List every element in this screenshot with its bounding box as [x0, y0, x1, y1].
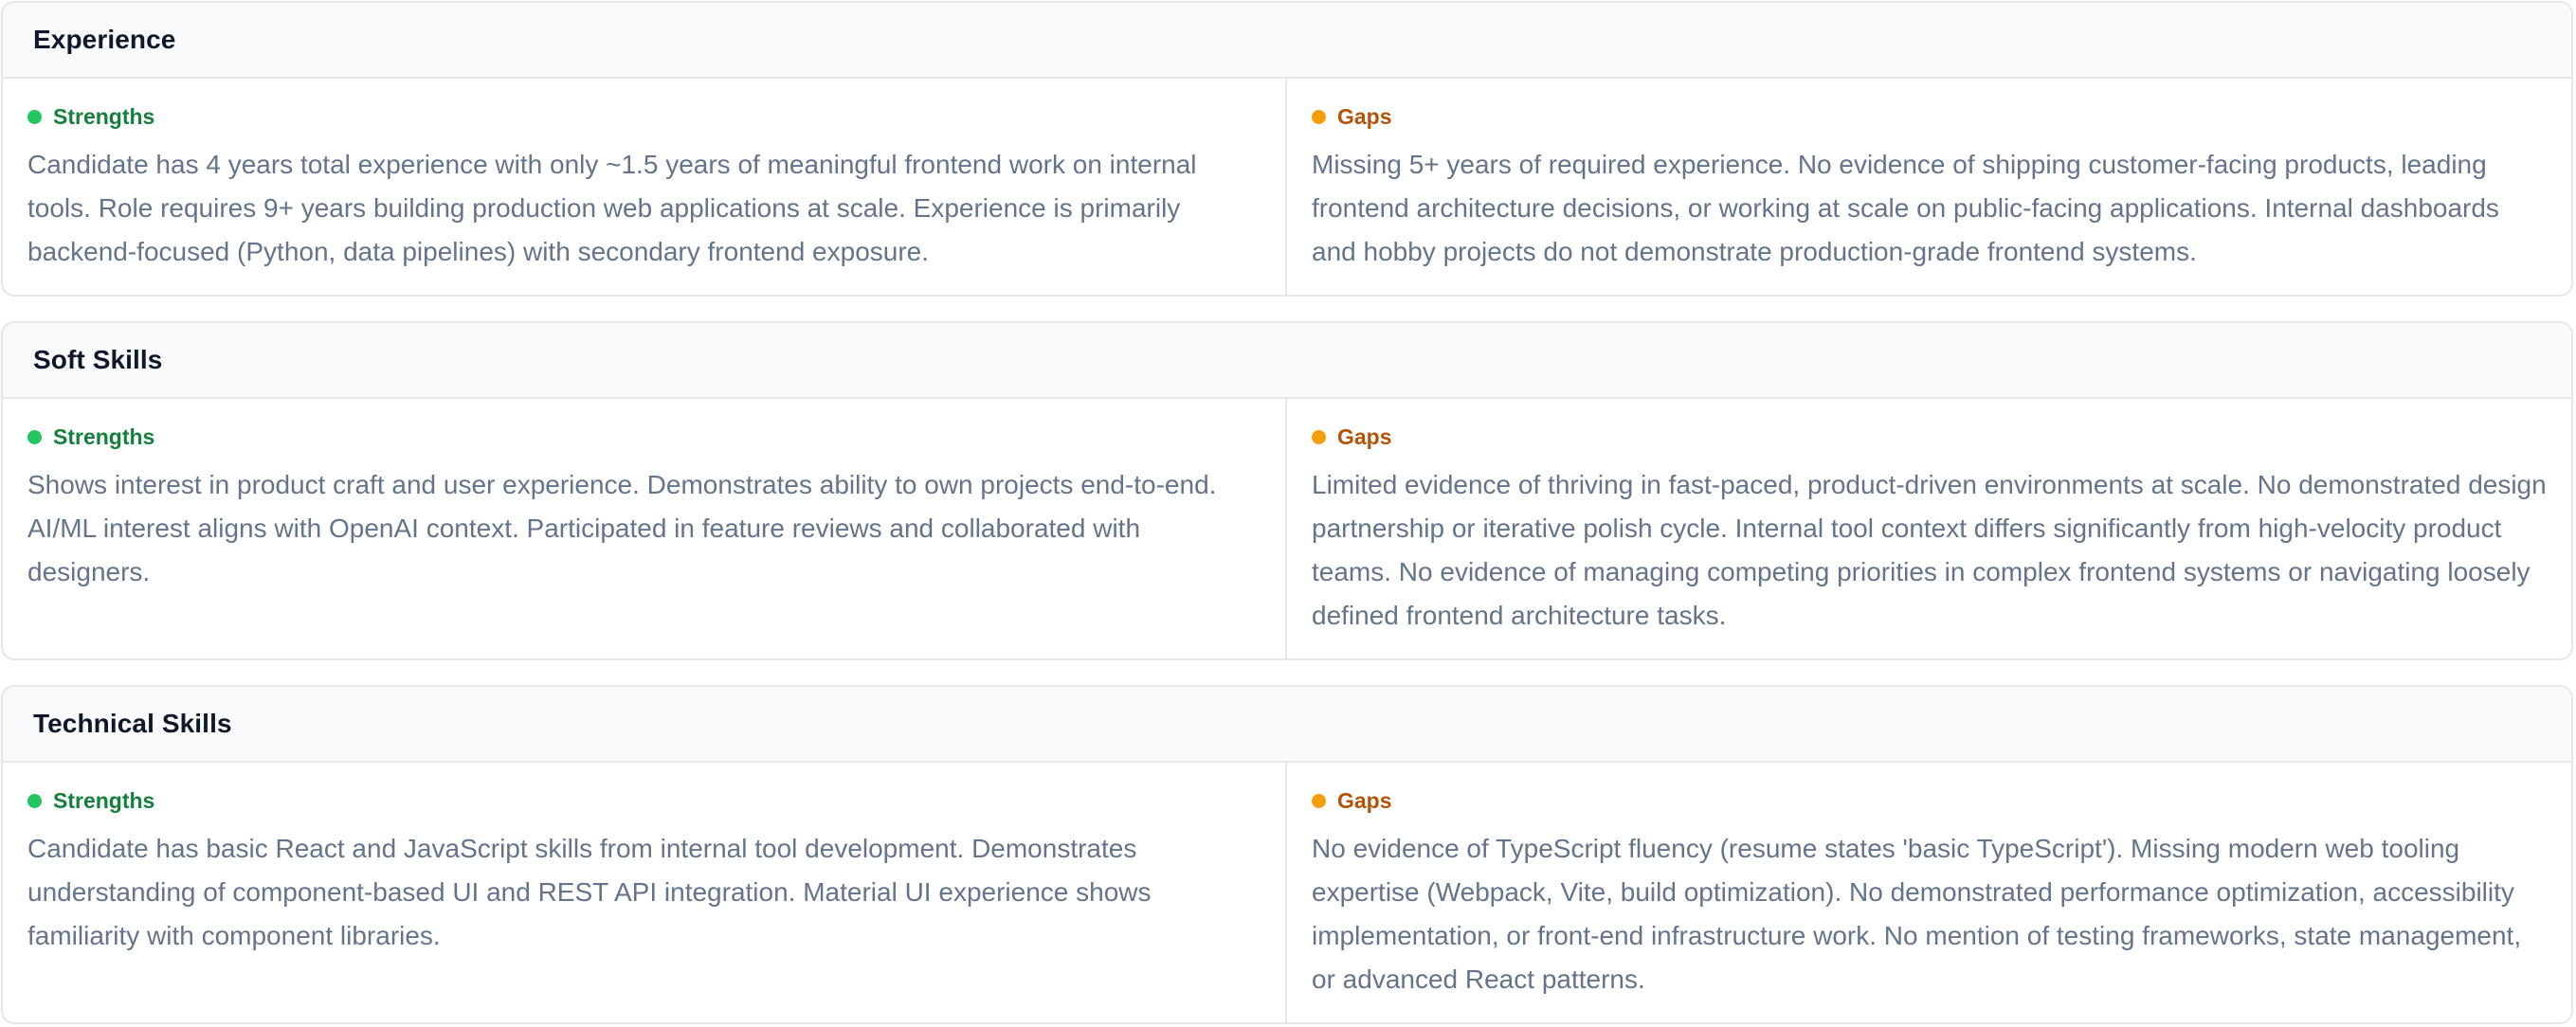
- section-body: Strengths Shows interest in product craf…: [3, 399, 2571, 658]
- section-title: Experience: [33, 25, 176, 54]
- gaps-column: Gaps Missing 5+ years of required experi…: [1287, 79, 2571, 295]
- strengths-column: Strengths Candidate has 4 years total ex…: [3, 79, 1287, 295]
- strengths-column: Strengths Shows interest in product craf…: [3, 399, 1287, 658]
- green-dot-icon: [27, 793, 42, 808]
- green-dot-icon: [27, 429, 42, 444]
- gaps-label: Gaps: [1337, 103, 1392, 129]
- strengths-text: Candidate has 4 years total experience w…: [27, 150, 1197, 266]
- strengths-label: Strengths: [53, 787, 155, 813]
- gaps-label: Gaps: [1337, 787, 1392, 813]
- gaps-heading: Gaps: [1312, 422, 2547, 452]
- green-dot-icon: [27, 109, 42, 124]
- section-body: Strengths Candidate has basic React and …: [3, 763, 2571, 1022]
- gaps-column: Gaps No evidence of TypeScript fluency (…: [1287, 763, 2571, 1022]
- section-title: Soft Skills: [33, 345, 163, 374]
- strengths-column: Strengths Candidate has basic React and …: [3, 763, 1287, 1022]
- section-card-soft-skills: Soft Skills Strengths Shows interest in …: [1, 321, 2573, 660]
- gaps-label: Gaps: [1337, 423, 1392, 449]
- gaps-text: Limited evidence of thriving in fast-pac…: [1312, 470, 2547, 630]
- strengths-heading: Strengths: [27, 422, 1261, 452]
- gaps-heading: Gaps: [1312, 785, 2547, 816]
- section-title: Technical Skills: [33, 709, 232, 738]
- gaps-text: Missing 5+ years of required experience.…: [1312, 150, 2499, 266]
- strengths-label: Strengths: [53, 103, 155, 129]
- gaps-text: No evidence of TypeScript fluency (resum…: [1312, 834, 2522, 994]
- section-header: Technical Skills: [3, 687, 2571, 763]
- amber-dot-icon: [1312, 429, 1326, 444]
- section-body: Strengths Candidate has 4 years total ex…: [3, 79, 2571, 295]
- strengths-text: Candidate has basic React and JavaScript…: [27, 834, 1152, 950]
- gaps-heading: Gaps: [1312, 101, 2547, 132]
- strengths-text: Shows interest in product craft and user…: [27, 470, 1217, 586]
- strengths-label: Strengths: [53, 423, 155, 449]
- amber-dot-icon: [1312, 793, 1326, 808]
- section-header: Soft Skills: [3, 323, 2571, 399]
- section-header: Experience: [3, 3, 2571, 79]
- amber-dot-icon: [1312, 109, 1326, 124]
- gaps-column: Gaps Limited evidence of thriving in fas…: [1287, 399, 2571, 658]
- strengths-heading: Strengths: [27, 785, 1261, 816]
- section-card-technical-skills: Technical Skills Strengths Candidate has…: [1, 685, 2573, 1024]
- assessment-page: Experience Strengths Candidate has 4 yea…: [0, 0, 2576, 1027]
- section-card-experience: Experience Strengths Candidate has 4 yea…: [1, 1, 2573, 297]
- strengths-heading: Strengths: [27, 101, 1261, 132]
